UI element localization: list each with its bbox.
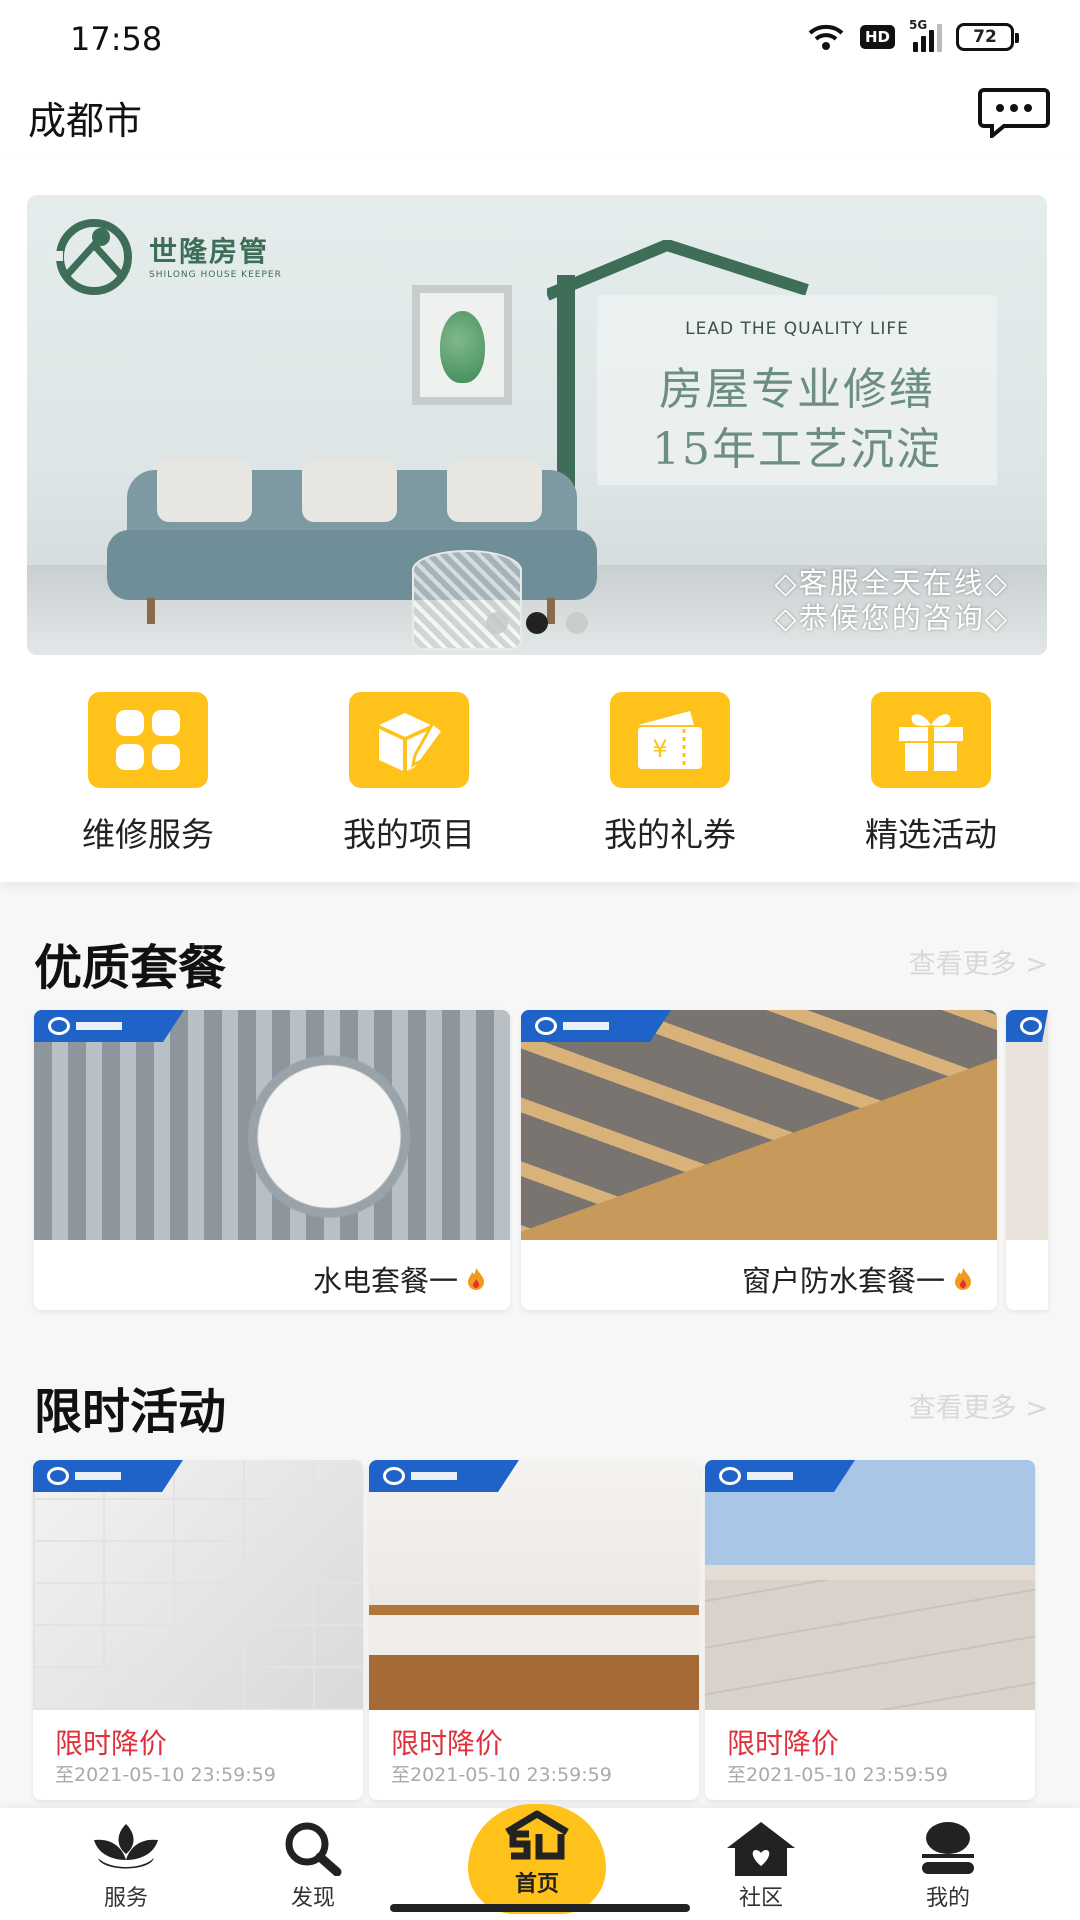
promo-banner[interactable]: 世隆房管 SHILONG HOUSE KEEPER LEAD THE QUALI…	[27, 195, 1047, 655]
banner-headline-2: 15年工艺沉淀	[652, 424, 942, 475]
tab-community[interactable]: 社区	[701, 1820, 821, 1912]
package-name-row: 窗户防水套餐一	[742, 1258, 973, 1300]
tab-label: 我的	[925, 1886, 970, 1911]
package-name-row: 水电套餐一	[313, 1258, 486, 1300]
tab-label: 社区	[738, 1886, 783, 1911]
banner-text-card: LEAD THE QUALITY LIFE 房屋专业修缮 15年工艺沉淀	[597, 295, 997, 485]
quick-item-repair[interactable]: 维修服务	[48, 692, 248, 856]
status-time: 17:58	[70, 20, 163, 58]
limited-card[interactable]: 限时降价 至2021-05-10 23:59:59	[33, 1460, 363, 1800]
limited-deadline: 至2021-05-10 23:59:59	[391, 1764, 612, 1786]
app-header: 成都市	[0, 80, 1080, 158]
brand-logo: 世隆房管 SHILONG HOUSE KEEPER	[49, 215, 282, 295]
svg-text:¥: ¥	[652, 735, 667, 763]
tab-mine[interactable]: 我的	[888, 1820, 1008, 1912]
carousel-dot[interactable]	[486, 612, 508, 634]
package-card[interactable]: 窗户防水套餐一	[521, 1010, 997, 1310]
limited-title: 限时活动	[34, 1384, 227, 1440]
limited-price-label: 限时降价	[727, 1727, 840, 1760]
coupon-icon: ¥	[610, 692, 730, 788]
city-selector[interactable]: 成都市	[28, 90, 142, 145]
message-icon[interactable]	[978, 86, 1050, 138]
search-icon	[285, 1822, 342, 1876]
quick-item-label: 我的项目	[343, 815, 475, 854]
brand-ribbon	[705, 1460, 855, 1492]
limited-more-link[interactable]: 查看更多 >	[909, 1386, 1048, 1425]
limited-deadline: 至2021-05-10 23:59:59	[55, 1764, 276, 1786]
lotus-icon	[94, 1824, 158, 1869]
banner-headline-1: 房屋专业修缮	[659, 364, 935, 415]
limited-price-label: 限时降价	[391, 1727, 504, 1760]
package-image	[521, 1010, 997, 1240]
tab-label: 发现	[290, 1886, 335, 1911]
wall-picture	[412, 285, 512, 405]
sofa-graphic	[107, 460, 597, 625]
package-card-partial[interactable]	[1006, 1010, 1048, 1310]
package-image	[1006, 1010, 1048, 1240]
packages-more-link[interactable]: 查看更多 >	[909, 942, 1048, 981]
carousel-dot-active[interactable]	[526, 612, 548, 634]
user-icon	[922, 1822, 974, 1874]
limited-card[interactable]: 限时降价 至2021-05-10 23:59:59	[705, 1460, 1035, 1800]
brand-ribbon	[34, 1010, 184, 1042]
tab-discover[interactable]: 发现	[253, 1820, 373, 1912]
limited-deadline: 至2021-05-10 23:59:59	[727, 1764, 948, 1786]
brand-ribbon	[33, 1460, 183, 1492]
hot-flame-icon	[468, 1268, 484, 1290]
hd-badge: HD	[859, 25, 895, 49]
package-name: 窗户防水套餐一	[741, 1264, 945, 1298]
community-house-icon	[727, 1822, 795, 1876]
tab-service[interactable]: 服务	[66, 1820, 186, 1912]
brand-ribbon	[521, 1010, 671, 1042]
quick-item-label: 我的礼券	[604, 815, 736, 854]
limited-image	[369, 1460, 699, 1710]
limited-image	[33, 1460, 363, 1710]
packages-title: 优质套餐	[34, 940, 227, 996]
box-edit-icon	[349, 692, 469, 788]
home-indicator[interactable]	[390, 1904, 690, 1912]
tab-label: 首页	[514, 1872, 559, 1897]
basket-graphic	[412, 550, 522, 650]
grid-icon	[88, 692, 208, 788]
quick-item-label: 精选活动	[865, 815, 997, 854]
quick-item-label: 维修服务	[82, 815, 214, 854]
package-card[interactable]: 水电套餐一	[34, 1010, 510, 1310]
battery-icon: 72	[956, 23, 1019, 51]
limited-card[interactable]: 限时降价 至2021-05-10 23:59:59	[369, 1460, 699, 1800]
brand-ribbon	[1006, 1010, 1048, 1042]
limited-price-label: 限时降价	[55, 1727, 168, 1760]
carousel-dots	[27, 612, 1047, 634]
banner-tagline: LEAD THE QUALITY LIFE	[685, 319, 909, 339]
quick-item-coupons[interactable]: ¥ 我的礼券	[570, 692, 770, 856]
wifi-icon	[808, 24, 844, 50]
home-logo-icon	[505, 1810, 569, 1860]
package-name: 水电套餐一	[312, 1264, 458, 1298]
quick-item-events[interactable]: 精选活动	[831, 692, 1031, 856]
limited-image	[705, 1460, 1035, 1710]
status-icons: HD 5G 72	[806, 18, 1019, 52]
status-bar: 17:58 HD 5G 72	[0, 0, 1080, 80]
quick-menu: 维修服务 我的项目 ¥ 我的礼券 精选活动	[0, 692, 1080, 854]
carousel-dot[interactable]	[566, 612, 588, 634]
brand-subtitle: SHILONG HOUSE KEEPER	[149, 270, 282, 280]
quick-item-projects[interactable]: 我的项目	[309, 692, 509, 856]
package-image	[34, 1010, 510, 1240]
brand-name: 世隆房管	[149, 235, 270, 268]
brand-logo-icon	[49, 219, 132, 295]
hot-flame-icon	[955, 1268, 971, 1290]
brand-ribbon	[369, 1460, 519, 1492]
cell-signal-icon: 5G	[909, 18, 942, 52]
tab-home[interactable]: 首页	[468, 1804, 606, 1914]
battery-level: 72	[973, 27, 997, 47]
gift-icon	[871, 692, 991, 788]
tab-label: 服务	[103, 1886, 148, 1911]
